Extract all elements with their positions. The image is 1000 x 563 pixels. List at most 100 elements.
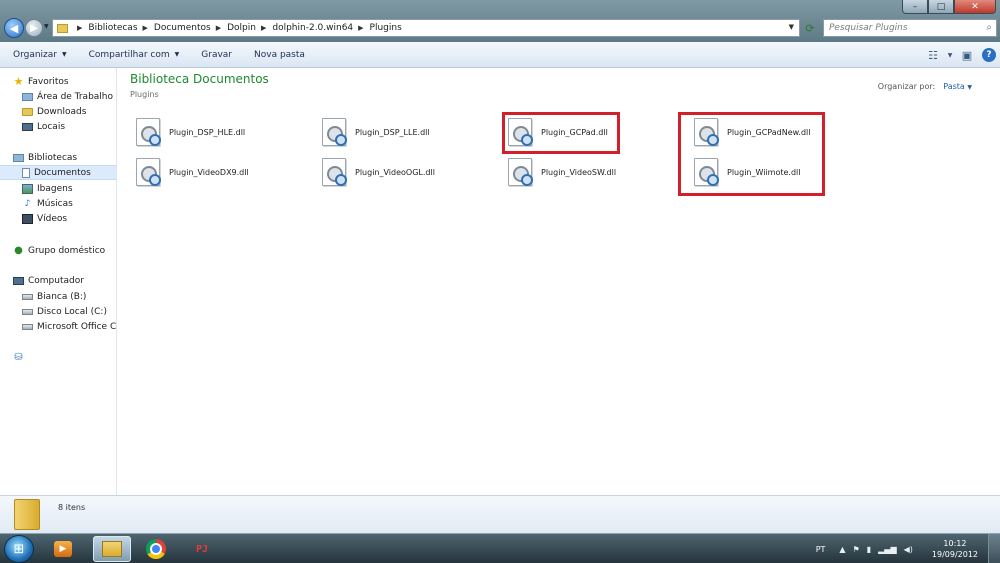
change-view-icon[interactable]: ☷: [922, 42, 944, 68]
breadcrumb-dolpin[interactable]: Dolpin: [227, 23, 256, 33]
share-button[interactable]: Compartilhar com ▼: [89, 50, 180, 60]
arrange-by-dropdown[interactable]: Pasta ▼: [943, 82, 972, 91]
organize-button[interactable]: Organizar ▼: [13, 50, 67, 60]
refresh-icon[interactable]: ⟳: [802, 20, 818, 36]
breadcrumb-plugins[interactable]: Plugins: [370, 23, 402, 33]
organize-label: Organizar: [13, 49, 57, 60]
search-input[interactable]: Pesquisar Plugins ⌕: [823, 19, 997, 37]
item-count: 8 itens: [58, 503, 86, 512]
sidebar-item-network[interactable]: ⛁: [13, 350, 116, 365]
chevron-right-icon: ▶: [77, 24, 83, 32]
help-button[interactable]: ?: [978, 42, 1000, 68]
desktop-icon: [22, 92, 33, 101]
sidebar-item-label: Microsoft Office Clic: [37, 321, 117, 332]
burn-button[interactable]: Gravar: [201, 50, 232, 60]
sidebar-item-label: Bibliotecas: [28, 152, 78, 163]
sidebar-item-label: Vídeos: [37, 213, 68, 224]
file-item[interactable]: Plugin_DSP_LLE.dll: [322, 116, 430, 148]
chevron-right-icon[interactable]: ▶: [143, 24, 148, 32]
sidebar-item-videos[interactable]: Vídeos: [22, 211, 116, 226]
clock-time: 10:12: [943, 539, 967, 548]
sidebar-item-favorites[interactable]: ★ Favoritos: [13, 74, 116, 89]
windows-logo-icon: ⊞: [13, 541, 25, 557]
recent-pages-dropdown[interactable]: ▼: [44, 23, 49, 30]
arrange-by: Organizar por: Pasta ▼: [878, 82, 972, 91]
clock[interactable]: 10:12 19/09/2012: [932, 538, 978, 560]
chevron-down-icon[interactable]: ▼: [789, 23, 794, 31]
chevron-up-icon[interactable]: ▲: [839, 545, 845, 554]
system-tray: PT ▲ ⚑ ▮ ▂▄▆ ◀) 10:12 19/09/2012: [816, 534, 1000, 563]
sidebar-item-drive-b[interactable]: Bianca (B:): [22, 289, 116, 304]
arrange-by-label: Organizar por:: [877, 82, 936, 91]
homegroup-icon: ●: [14, 245, 23, 256]
breadcrumb-dolphin-win64[interactable]: dolphin-2.0.win64: [272, 23, 353, 33]
drive-icon: [22, 293, 33, 300]
minimize-button[interactable]: –: [902, 0, 928, 14]
close-button[interactable]: ✕: [954, 0, 996, 14]
sidebar-item-drive-office[interactable]: Microsoft Office Clic: [22, 319, 117, 334]
file-item[interactable]: Plugin_DSP_HLE.dll: [136, 116, 245, 148]
flag-icon[interactable]: ⚑: [853, 545, 860, 554]
sidebar-item-label: Documentos: [34, 167, 91, 178]
breadcrumb-documentos[interactable]: Documentos: [154, 23, 211, 33]
sidebar-item-label: Favoritos: [28, 76, 69, 87]
sidebar-item-label: Bianca (B:): [37, 291, 87, 302]
show-desktop-button[interactable]: [988, 534, 1000, 563]
search-icon[interactable]: ⌕: [986, 22, 992, 33]
preview-pane-icon[interactable]: ▣: [956, 42, 978, 68]
highlight-box-gcpadnew-wiimote: [678, 112, 825, 196]
chevron-down-icon: ▼: [967, 84, 972, 91]
file-item[interactable]: Plugin_VideoOGL.dll: [322, 156, 435, 188]
new-folder-button[interactable]: Nova pasta: [254, 50, 305, 60]
document-icon: [22, 167, 30, 178]
sidebar-item-music[interactable]: ♪ Músicas: [22, 196, 116, 211]
sidebar-item-images[interactable]: Ibagens: [22, 181, 116, 196]
view-options-icon[interactable]: ▼: [944, 42, 956, 68]
sidebar-item-desktop[interactable]: Área de Trabalho: [22, 89, 116, 104]
maximize-button[interactable]: □: [928, 0, 954, 14]
view-controls: ☷ ▼ ▣ ?: [922, 42, 1000, 68]
library-icon: [13, 153, 24, 162]
dll-file-icon: [136, 158, 161, 186]
volume-icon[interactable]: ◀): [904, 545, 913, 554]
sidebar-item-libraries[interactable]: Bibliotecas: [13, 150, 116, 165]
address-bar[interactable]: ▶ Bibliotecas ▶ Documentos ▶ Dolpin ▶ do…: [52, 19, 800, 37]
chevron-right-icon[interactable]: ▶: [261, 24, 266, 32]
command-bar: Organizar ▼ Compartilhar com ▼ Gravar Nova…: [0, 42, 1000, 68]
forward-button[interactable]: ▶: [25, 19, 43, 37]
file-name: Plugin_DSP_LLE.dll: [355, 127, 430, 137]
dll-file-icon: [136, 118, 161, 146]
back-button[interactable]: ◀: [4, 18, 24, 38]
help-icon: ?: [982, 48, 996, 62]
chevron-right-icon[interactable]: ▶: [216, 24, 221, 32]
dll-file-icon: [322, 158, 347, 186]
drive-icon: [22, 308, 33, 315]
sidebar-item-computer[interactable]: Computador: [13, 273, 116, 288]
start-button[interactable]: ⊞: [4, 535, 34, 563]
language-indicator[interactable]: PT: [816, 545, 826, 554]
search-placeholder: Pesquisar Plugins: [829, 23, 908, 33]
file-name: Plugin_VideoSW.dll: [541, 167, 617, 177]
network-icon: ⛁: [14, 352, 23, 363]
breadcrumb-bibliotecas[interactable]: Bibliotecas: [88, 23, 137, 33]
sidebar-item-places[interactable]: Locais: [22, 119, 116, 134]
folder-icon: [14, 499, 40, 530]
chevron-right-icon[interactable]: ▶: [358, 24, 363, 32]
taskbar-media-player[interactable]: ▶: [46, 536, 80, 562]
sidebar-item-homegroup[interactable]: ● Grupo doméstico: [13, 243, 116, 258]
taskbar-explorer[interactable]: [93, 536, 131, 562]
battery-icon[interactable]: ▮: [867, 545, 871, 554]
sidebar-item-drive-c[interactable]: Disco Local (C:): [22, 304, 116, 319]
taskbar-pj64[interactable]: PJ: [185, 536, 219, 562]
computer-icon: [13, 276, 24, 285]
sidebar-item-documents[interactable]: Documentos: [0, 165, 116, 180]
file-item[interactable]: Plugin_VideoDX9.dll: [136, 156, 249, 188]
sidebar-item-label: Músicas: [37, 198, 73, 209]
sidebar-item-downloads[interactable]: Downloads: [22, 104, 116, 119]
sidebar-item-label: Locais: [37, 121, 66, 132]
dll-file-icon: [508, 158, 533, 186]
signal-icon[interactable]: ▂▄▆: [878, 545, 896, 554]
taskbar-chrome[interactable]: [139, 536, 173, 562]
project64-icon: PJ: [195, 543, 209, 555]
file-item[interactable]: Plugin_VideoSW.dll: [508, 156, 616, 188]
